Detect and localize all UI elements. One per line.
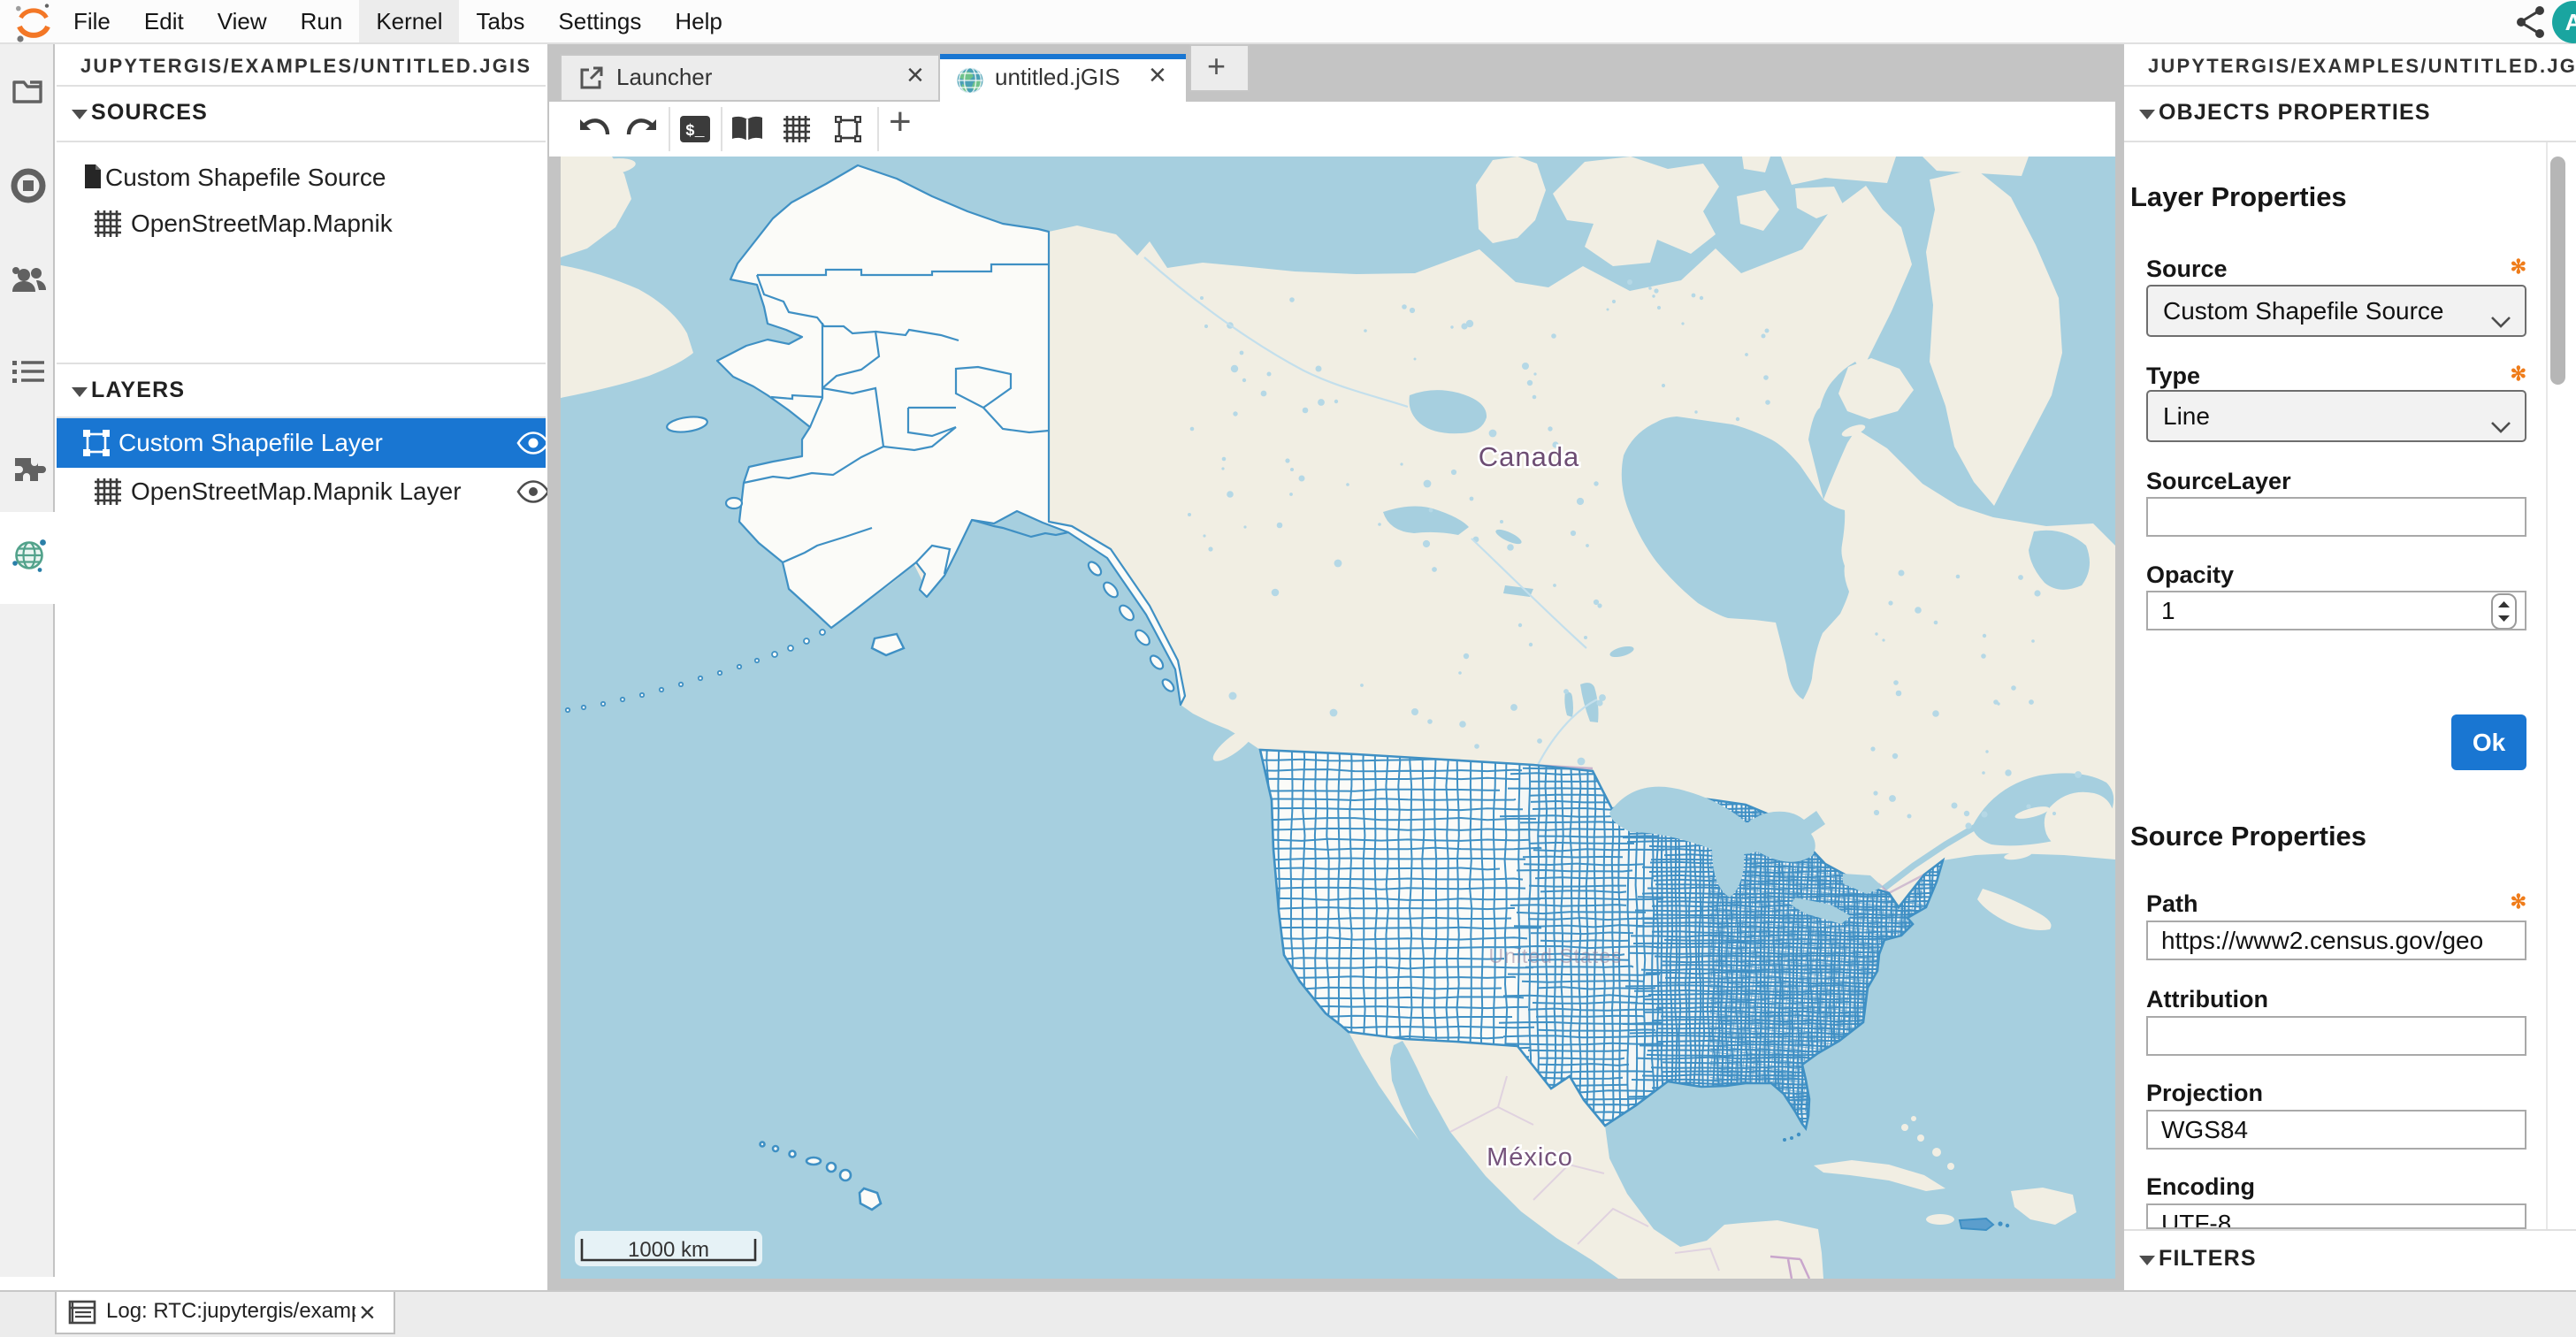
svg-text:México: México [1487,1143,1573,1172]
svg-text:$_: $_ [685,123,705,141]
svg-text:United States: United States [1488,944,1622,967]
svg-text:1000 km: 1000 km [628,1238,709,1262]
svg-text:Canada: Canada [1479,441,1580,472]
